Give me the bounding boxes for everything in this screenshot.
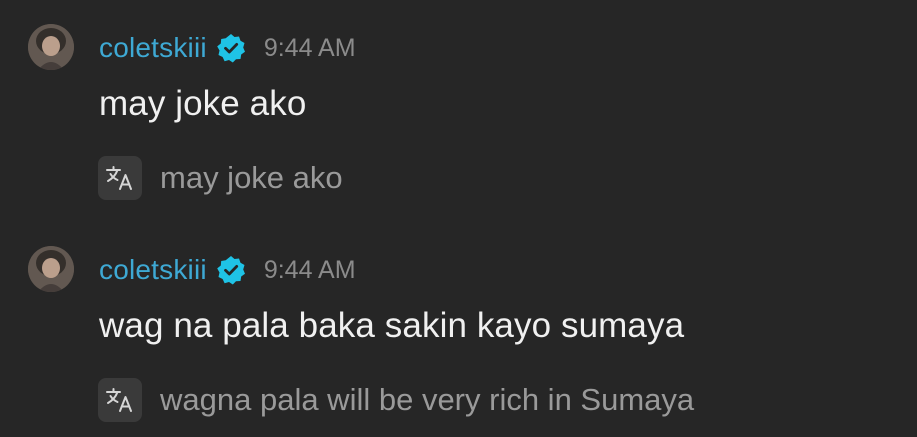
translation-text: wagna pala will be very rich in Sumaya [160,382,695,417]
username[interactable]: coletskiii [99,32,207,64]
message-text: may joke ako [99,84,307,123]
translation-text: may joke ako [160,160,343,195]
translation-row: may joke ako [98,156,343,200]
translate-icon [105,387,135,413]
translate-icon [105,165,135,191]
chat-view: coletskiii 9:44 AM may joke ako may joke… [0,0,917,437]
translation-row: wagna pala will be very rich in Sumaya [98,378,694,422]
avatar[interactable] [28,246,74,292]
avatar[interactable] [28,24,74,70]
message-text: wag na pala baka sakin kayo sumaya [99,306,685,345]
chat-message: coletskiii 9:44 AM may joke ako may joke… [0,0,917,210]
verified-badge-icon [215,254,247,286]
translate-button[interactable] [98,378,142,422]
message-header: coletskiii 9:44 AM [99,250,356,290]
message-header: coletskiii 9:44 AM [99,28,356,68]
username[interactable]: coletskiii [99,254,207,286]
translate-button[interactable] [98,156,142,200]
verified-badge-icon [215,32,247,64]
chat-message: coletskiii 9:44 AM wag na pala baka saki… [0,222,917,432]
timestamp: 9:44 AM [263,255,356,284]
timestamp: 9:44 AM [263,33,356,62]
